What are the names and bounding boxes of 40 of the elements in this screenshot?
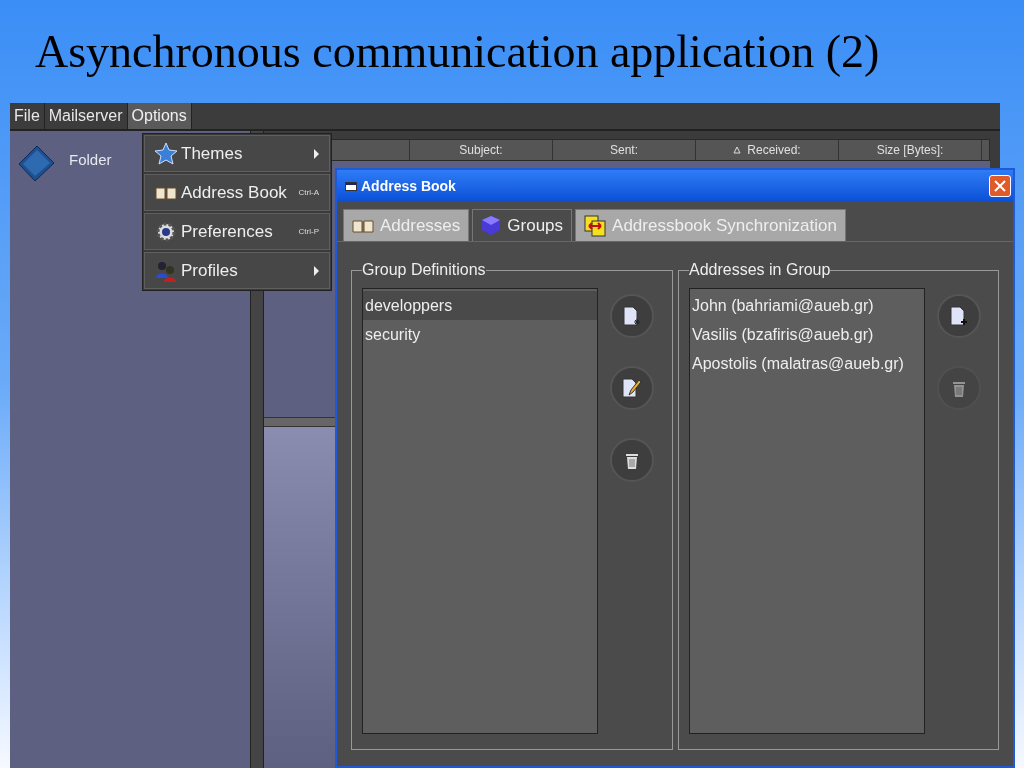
menu-item[interactable]: Profiles <box>144 252 330 289</box>
menu-item[interactable]: Preferences Ctrl-P <box>144 213 330 250</box>
sync-icon <box>584 214 607 237</box>
list-item[interactable]: John (bahriami@aueb.gr) <box>690 291 924 320</box>
window-icon <box>345 181 357 191</box>
list-item[interactable]: Apostolis (malatras@aueb.gr) <box>690 349 924 378</box>
submenu-arrow-icon <box>314 148 319 159</box>
column-header[interactable]: Subject: <box>410 140 553 160</box>
star-icon <box>155 142 177 165</box>
gear-icon <box>155 220 177 243</box>
column-header[interactable]: Received: <box>696 140 839 160</box>
list-item[interactable]: security <box>363 320 597 349</box>
panel-title: Group Definitions <box>362 260 486 280</box>
menu-item[interactable]: Address Book Ctrl-A <box>144 174 330 211</box>
column-header[interactable]: Sent: <box>553 140 696 160</box>
dialog-title: Address Book <box>361 176 457 196</box>
cube-icon <box>481 215 502 236</box>
delete-button[interactable] <box>610 438 654 482</box>
new-document-icon <box>622 306 642 326</box>
book-icon <box>155 184 177 201</box>
submenu-arrow-icon <box>314 265 319 276</box>
edit-icon <box>621 378 643 398</box>
add-document-icon <box>949 306 969 326</box>
list-item[interactable]: Vasilis (bzafiris@aueb.gr) <box>690 320 924 349</box>
close-button[interactable] <box>989 175 1011 197</box>
folder-label[interactable]: Folder <box>69 149 112 172</box>
panel-title: Addresses in Group <box>689 260 831 280</box>
list-item[interactable]: developpers <box>363 291 597 320</box>
book-icon <box>352 217 374 234</box>
menu-item[interactable]: Options <box>127 103 192 129</box>
people-icon <box>155 259 177 282</box>
edit-button[interactable] <box>610 366 654 410</box>
close-icon <box>994 180 1006 192</box>
slide-title: Asynchronous communication application (2) <box>35 25 880 79</box>
new-button[interactable] <box>610 294 654 338</box>
add-button[interactable] <box>937 294 981 338</box>
folder-icon <box>18 145 55 182</box>
column-header[interactable]: Size [Bytes]: <box>839 140 982 160</box>
tab[interactable]: Groups <box>472 209 573 241</box>
menu-item[interactable]: Themes <box>144 135 330 172</box>
